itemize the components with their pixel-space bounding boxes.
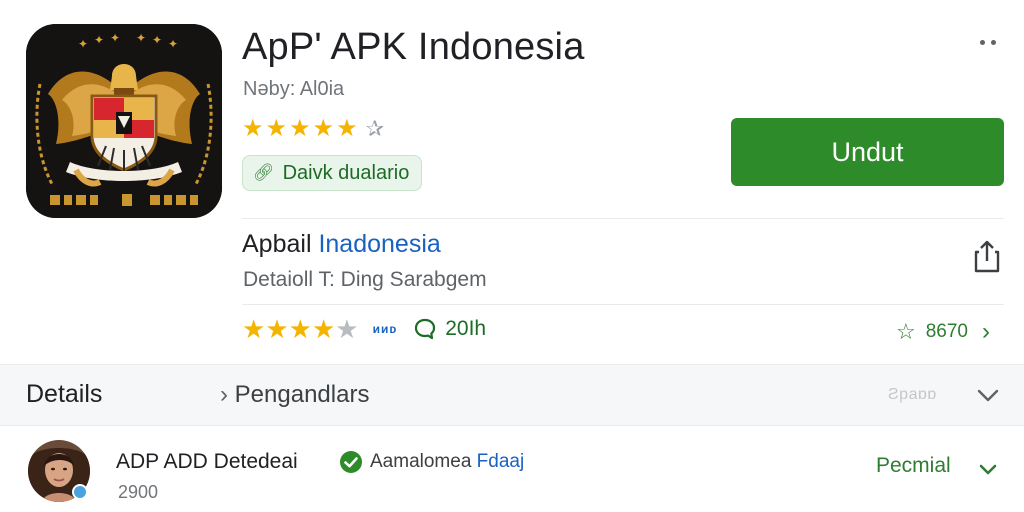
- details-link[interactable]: › Pengandlars: [220, 381, 369, 409]
- verified-badge-icon: [72, 484, 88, 500]
- stats-row: ★ ★ ★ ★ ★ ᴎᴎᴅ 20Ih: [242, 316, 486, 342]
- overflow-dot: [980, 39, 985, 45]
- star-icon: ★: [311, 314, 336, 344]
- chevron-right-icon: ›: [220, 381, 228, 408]
- star-outline-icon: ☆: [896, 319, 916, 344]
- developer-name[interactable]: Nəby: Al0ia: [243, 78, 344, 101]
- svg-text:✦: ✦: [152, 33, 162, 47]
- chip-label: Daivk dualario: [282, 161, 410, 184]
- share-icon[interactable]: [970, 238, 1004, 274]
- chevron-down-icon[interactable]: [972, 378, 1004, 412]
- overflow-dot: [991, 39, 996, 45]
- star-outline-icon: ✰: [365, 116, 385, 141]
- download-button[interactable]: Undut: [731, 118, 1004, 186]
- svg-text:✦: ✦: [110, 31, 120, 45]
- star-icon: ★: [242, 115, 264, 142]
- about-title-link[interactable]: Inadonesia: [318, 230, 440, 258]
- premium-link[interactable]: Pecmial: [876, 454, 951, 478]
- about-title-plain: Apbail: [242, 230, 312, 258]
- app-title: ApP' APK Indonesia: [242, 26, 585, 68]
- star-icon: ★: [312, 115, 335, 142]
- star-icon: ★: [265, 314, 289, 344]
- divider: [242, 304, 1004, 305]
- about-title: Apbail Inadonesia: [242, 230, 441, 259]
- about-subtitle: Detaioll T: Ding Sarabgem: [243, 268, 487, 291]
- app-rating: ★ ★ ★ ★ ★ ✰: [242, 116, 384, 142]
- details-right-text: Ƨpaɒɒ: [888, 386, 937, 403]
- review-count: 20Ih: [445, 317, 487, 340]
- svg-text:✦: ✦: [168, 37, 178, 51]
- divider: [242, 218, 1004, 219]
- chevron-right-icon: ›: [982, 318, 991, 345]
- check-circle-icon: [339, 450, 363, 474]
- favorites-value: 8670: [925, 321, 969, 342]
- favorites-link[interactable]: ☆ 8670 ›: [896, 318, 990, 346]
- svg-text:✦: ✦: [78, 37, 88, 51]
- star-icon: ★: [265, 115, 288, 142]
- reviewer-name: ADP ADD Detedeai: [116, 450, 298, 473]
- verified-link[interactable]: Fdaaj: [477, 451, 525, 472]
- svg-text:✦: ✦: [94, 33, 104, 47]
- star-icon: ★: [289, 115, 311, 142]
- chevron-down-icon[interactable]: [974, 456, 1002, 484]
- verified-text: Aamalomea Fdaaj: [370, 451, 524, 473]
- details-header-band: [0, 364, 1024, 426]
- star-icon: ★: [336, 115, 358, 142]
- star-icon: ★: [242, 314, 266, 344]
- star-icon: ★: [288, 314, 312, 344]
- details-link-label: Pengandlars: [234, 381, 370, 408]
- chat-bubble-icon: [413, 317, 437, 341]
- verified-label: Aamalomea: [370, 451, 472, 472]
- reviewer-meta: 2900: [118, 482, 159, 502]
- category-chip[interactable]: 🔗︎ Daivk dualario: [242, 155, 423, 191]
- app-icon: ✦ ✦ ✦ ✦ ✦ ✦: [26, 24, 222, 218]
- star-empty-icon: ★: [335, 314, 359, 344]
- overflow-menu-button[interactable]: [972, 30, 1004, 54]
- svg-text:✦: ✦: [136, 31, 146, 45]
- small-badge: ᴎᴎᴅ: [372, 322, 398, 336]
- details-heading: Details: [26, 380, 103, 408]
- link-icon: 🔗︎: [253, 163, 275, 182]
